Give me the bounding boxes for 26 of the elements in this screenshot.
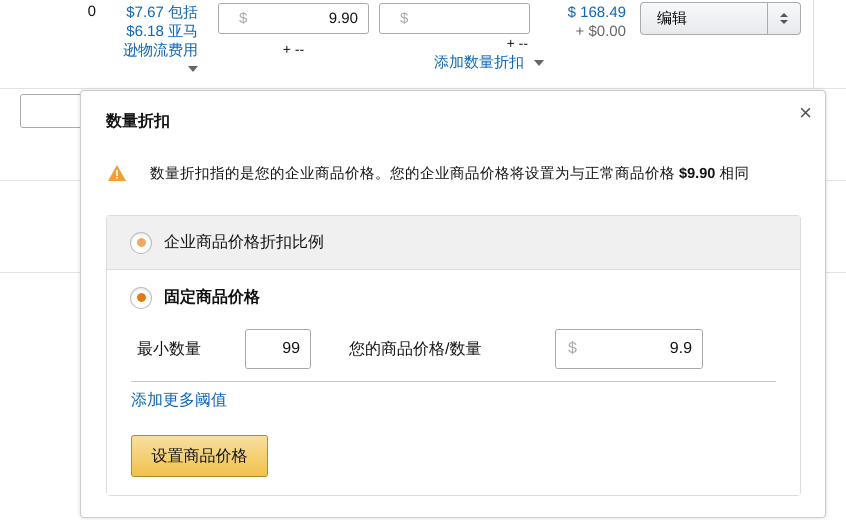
price-field[interactable]: $ 9.90 xyxy=(218,3,369,34)
quantity-field[interactable]: 99 xyxy=(245,329,311,369)
radio-button[interactable] xyxy=(130,232,152,254)
add-threshold-link[interactable]: 添加更多阈值 xyxy=(131,390,227,411)
add-discount-link[interactable]: 添加数量折扣 xyxy=(434,53,524,72)
price-adjustment: + -- xyxy=(282,41,304,57)
price-adjustment: + -- xyxy=(506,36,528,50)
field-label: 您的商品价格/数量 xyxy=(349,340,482,360)
radio-button[interactable] xyxy=(130,286,152,308)
action-dropdown[interactable]: 编辑 xyxy=(640,2,801,35)
warning-message: 数量折扣指的是您的企业商品价格。您的企业商品价格将设置为与正常商品价格 $9.90 相同 xyxy=(150,164,750,182)
shipping-total: + $0.00 xyxy=(576,22,626,41)
caret-icon[interactable] xyxy=(188,66,198,72)
option-label[interactable]: 企业商品价格折扣比例 xyxy=(164,232,324,253)
shipping-fee-link[interactable]: $7.67 包括 $6.18 亚马逊物流费用 xyxy=(112,3,198,60)
popover-title: 数量折扣 xyxy=(106,112,170,132)
total-price: $ 168.49 xyxy=(568,3,626,22)
option-label[interactable]: 固定商品价格 xyxy=(164,287,260,308)
close-button[interactable]: × xyxy=(799,100,812,126)
price-field[interactable]: $ 9.9 xyxy=(555,329,703,369)
field-label: 最小数量 xyxy=(137,340,202,360)
warning-icon xyxy=(108,165,126,181)
set-price-button[interactable]: 设置商品价格 xyxy=(131,435,268,477)
caret-icon[interactable] xyxy=(534,60,544,66)
sort-arrows-icon xyxy=(780,13,788,24)
table-cell: 0 xyxy=(88,3,96,20)
